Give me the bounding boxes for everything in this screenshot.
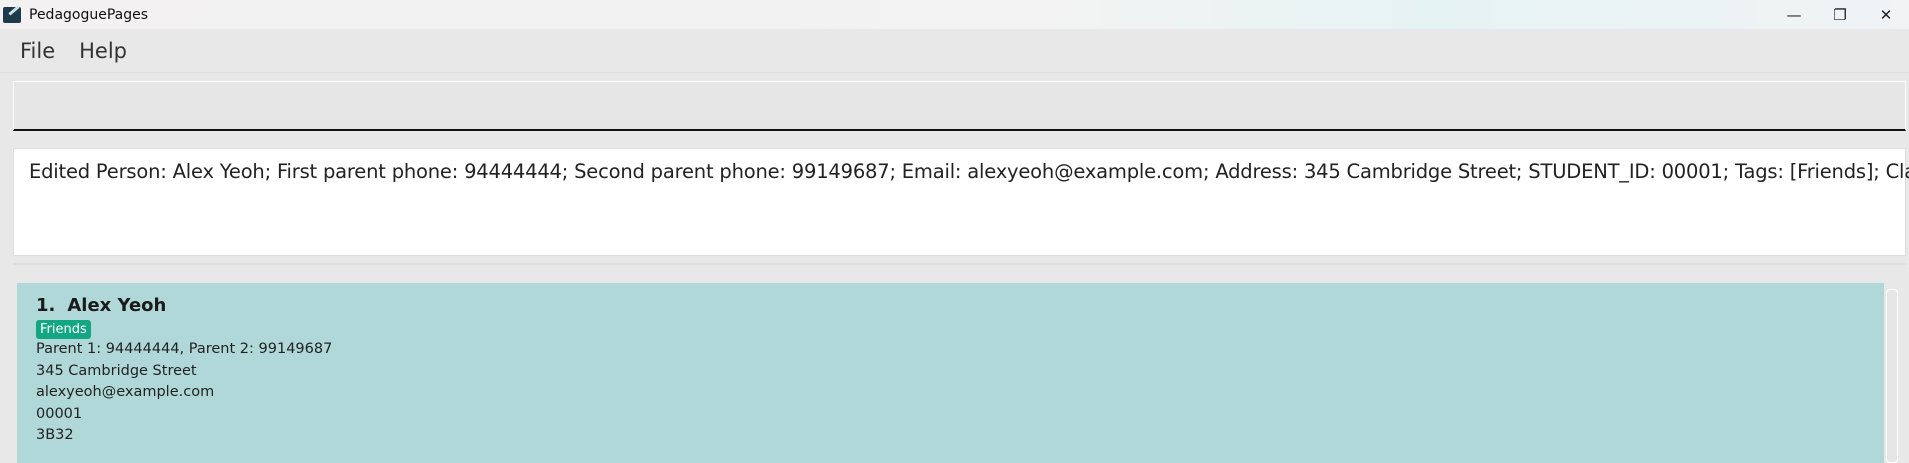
window-title: PedagoguePages (29, 6, 149, 23)
minimize-button[interactable]: — (1771, 0, 1817, 29)
list-scrollbar[interactable] (1886, 289, 1898, 463)
person-student-id: 00001 (36, 405, 83, 422)
tag-badge: Friends (36, 320, 91, 339)
close-button[interactable]: ✕ (1863, 0, 1909, 29)
person-name: Alex Yeoh (67, 295, 167, 316)
person-name-row: 1. Alex Yeoh (36, 295, 1884, 316)
person-card[interactable]: 1. Alex Yeoh Friends Parent 1: 94444444, … (17, 283, 1884, 463)
title-bar: PedagoguePages — ❐ ✕ (0, 0, 1909, 29)
person-address: 345 Cambridge Street (36, 362, 197, 379)
person-index: 1. (36, 295, 56, 316)
result-display: Edited Person: Alex Yeoh; First parent p… (13, 148, 1909, 256)
person-class: 3B32 (36, 427, 74, 443)
menu-bar: File Help (0, 29, 1909, 73)
person-list: 1. Alex Yeoh Friends Parent 1: 94444444, … (13, 263, 1906, 463)
person-phones: Parent 1: 94444444, Parent 2: 99149687 (36, 341, 333, 357)
command-input[interactable] (13, 81, 1906, 131)
menu-file[interactable]: File (20, 39, 55, 63)
person-email: alexyeoh@example.com (36, 384, 215, 400)
menu-help[interactable]: Help (79, 39, 127, 63)
app-logo-icon (3, 6, 21, 23)
restore-button[interactable]: ❐ (1817, 0, 1863, 29)
